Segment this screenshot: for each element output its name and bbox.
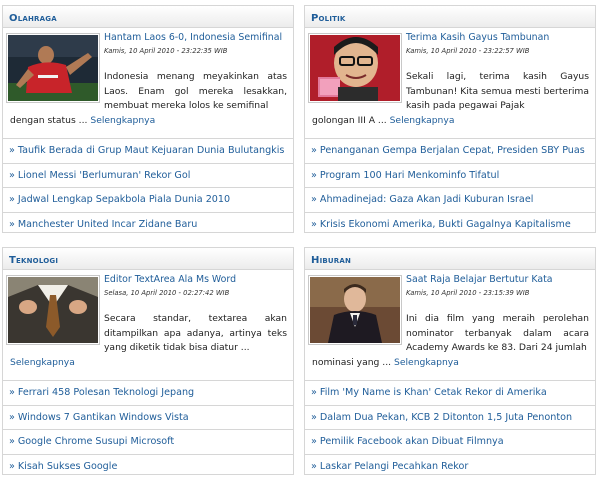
headline-text: Google Chrome Susupi Microsoft: [17, 436, 175, 447]
article-excerpt: Indonesia menang meyakinkan atas Laos. E…: [104, 71, 287, 112]
chevron-right-icon: »: [311, 194, 317, 205]
excerpt-tail-text: golongan III A ...: [312, 115, 387, 126]
chevron-right-icon: »: [9, 411, 15, 423]
article-title-link[interactable]: Editor TextArea Ala Ms Word: [104, 274, 236, 285]
read-more-link[interactable]: Selengkapnya: [90, 115, 155, 126]
chevron-right-icon: »: [9, 169, 15, 181]
headline-link[interactable]: » Penanganan Gempa Berjalan Cepat, Presid…: [305, 138, 595, 163]
featured-article: Editor TextArea Ala Ms Word Selasa, 10 A…: [3, 270, 293, 380]
article-thumbnail[interactable]: [308, 275, 402, 345]
headline-link[interactable]: » Ferrari 458 Polesan Teknologi Jepang: [3, 380, 293, 405]
section-olahraga: Olahraga Hantam Laos 6-0, Indonesia Semi…: [2, 5, 294, 233]
section-header: Teknologi: [3, 248, 293, 270]
article-excerpt-tail: nominasi yang ... Selengkapnya: [312, 356, 589, 371]
article-excerpt: Secara standar, textarea akan ditampilka…: [104, 313, 287, 354]
article-date: Selasa, 10 April 2010 - 02:27:42 WIB: [104, 289, 230, 297]
headline-link[interactable]: » Krisis Ekonomi Amerika, Bukti Gagalnya …: [305, 211, 595, 237]
section-title[interactable]: Hiburan: [311, 255, 351, 266]
article-excerpt: Sekali lagi, terima kasih Gayus Tambunan…: [406, 71, 589, 112]
chevron-right-icon: »: [9, 145, 15, 156]
article-date: Kamis, 10 April 2010 - 23:22:57 WIB: [406, 47, 530, 55]
chevron-right-icon: »: [9, 194, 15, 205]
football-player-photo-icon: [8, 35, 98, 101]
headline-text: Kisah Sukses Google: [17, 460, 118, 472]
headline-list: » Ferrari 458 Polesan Teknologi Jepang » W…: [3, 380, 293, 478]
headline-text: Dalam Dua Pekan, KCB 2 Ditonton 1,5 Juta…: [319, 411, 573, 423]
headline-link[interactable]: » Google Chrome Susupi Microsoft: [3, 429, 293, 454]
headline-text: Ahmadinejad: Gaza Akan Jadi Kuburan Isra…: [319, 194, 534, 205]
section-title[interactable]: Teknologi: [9, 255, 58, 266]
headline-link[interactable]: » Jadwal Lengkap Sepakbola Piala Dunia 20…: [3, 187, 293, 212]
headline-list: » Penanganan Gempa Berjalan Cepat, Presid…: [305, 138, 595, 236]
headline-link[interactable]: » Film 'My Name is Khan' Cetak Rekor di A…: [305, 380, 595, 405]
headline-link[interactable]: » Windows 7 Gantikan Windows Vista: [3, 404, 293, 430]
headline-list: » Taufik Berada di Grup Maut Kejuaran Dun…: [3, 138, 293, 236]
chevron-right-icon: »: [311, 436, 317, 447]
article-date: Kamis, 10 April 2010 - 23:15:39 WIB: [406, 289, 530, 297]
section-politik: Politik Terima Kasih Gayus Tambunan Kami…: [304, 5, 596, 233]
featured-article: Saat Raja Belajar Bertutur Kata Kamis, 1…: [305, 270, 595, 380]
chevron-right-icon: »: [9, 387, 15, 398]
headline-text: Taufik Berada di Grup Maut Kejuaran Duni…: [17, 145, 285, 156]
caricature-photo-icon: [310, 35, 400, 101]
chevron-right-icon: »: [311, 387, 317, 398]
article-excerpt-tail: Selengkapnya: [10, 356, 287, 371]
actor-photo-icon: [310, 277, 400, 343]
article-title-link[interactable]: Hantam Laos 6-0, Indonesia Semifinal: [104, 32, 282, 43]
chevron-right-icon: »: [9, 460, 15, 472]
headline-text: Manchester United Incar Zidane Baru: [17, 218, 198, 230]
headline-text: Ferrari 458 Polesan Teknologi Jepang: [17, 387, 195, 398]
headline-text: Lionel Messi 'Berlumuran' Rekor Gol: [17, 169, 191, 181]
section-header: Olahraga: [3, 6, 293, 28]
section-hiburan: Hiburan Saat Raja Belajar Bertutur Kata …: [304, 247, 596, 475]
chevron-right-icon: »: [9, 218, 15, 230]
headline-list: » Film 'My Name is Khan' Cetak Rekor di A…: [305, 380, 595, 478]
headline-link[interactable]: » Dalam Dua Pekan, KCB 2 Ditonton 1,5 Jut…: [305, 404, 595, 430]
headline-text: Penanganan Gempa Berjalan Cepat, Preside…: [319, 145, 585, 156]
featured-article: Hantam Laos 6-0, Indonesia Semifinal Kam…: [3, 28, 293, 138]
chevron-right-icon: »: [9, 436, 15, 447]
headline-link[interactable]: » Laskar Pelangi Pecahkan Rekor: [305, 453, 595, 479]
headline-link[interactable]: » Ahmadinejad: Gaza Akan Jadi Kuburan Isr…: [305, 187, 595, 212]
businessman-tie-photo-icon: [8, 277, 98, 343]
chevron-right-icon: »: [311, 218, 317, 230]
headline-link[interactable]: » Pemilik Facebook akan Dibuat Filmnya: [305, 429, 595, 454]
article-title-link[interactable]: Terima Kasih Gayus Tambunan: [406, 32, 549, 43]
headline-text: Jadwal Lengkap Sepakbola Piala Dunia 201…: [17, 194, 231, 205]
section-title[interactable]: Politik: [311, 13, 346, 24]
article-excerpt: Ini dia film yang meraih perolehan nomin…: [406, 313, 589, 354]
headline-link[interactable]: » Manchester United Incar Zidane Baru: [3, 211, 293, 237]
chevron-right-icon: »: [311, 411, 317, 423]
headline-text: Windows 7 Gantikan Windows Vista: [17, 411, 189, 423]
article-thumbnail[interactable]: [6, 33, 100, 103]
read-more-link[interactable]: Selengkapnya: [390, 115, 455, 126]
headline-text: Krisis Ekonomi Amerika, Bukti Gagalnya K…: [319, 218, 571, 230]
article-excerpt-tail: golongan III A ... Selengkapnya: [312, 114, 589, 129]
article-date: Kamis, 10 April 2010 - 23:22:35 WIB: [104, 47, 228, 55]
section-header: Hiburan: [305, 248, 595, 270]
headline-text: Laskar Pelangi Pecahkan Rekor: [319, 460, 469, 472]
chevron-right-icon: »: [311, 460, 317, 472]
chevron-right-icon: »: [311, 145, 317, 156]
chevron-right-icon: »: [311, 169, 317, 181]
headline-link[interactable]: » Kisah Sukses Google: [3, 453, 293, 479]
read-more-link[interactable]: Selengkapnya: [394, 357, 459, 368]
article-title-link[interactable]: Saat Raja Belajar Bertutur Kata: [406, 274, 552, 285]
headline-link[interactable]: » Lionel Messi 'Berlumuran' Rekor Gol: [3, 162, 293, 188]
article-thumbnail[interactable]: [308, 33, 402, 103]
section-header: Politik: [305, 6, 595, 28]
article-excerpt-tail: dengan status ... Selengkapnya: [10, 114, 287, 129]
headline-text: Program 100 Hari Menkominfo Tifatul: [319, 169, 500, 181]
headline-text: Film 'My Name is Khan' Cetak Rekor di Am…: [319, 387, 547, 398]
headline-text: Pemilik Facebook akan Dibuat Filmnya: [319, 436, 504, 447]
featured-article: Terima Kasih Gayus Tambunan Kamis, 10 Ap…: [305, 28, 595, 138]
article-thumbnail[interactable]: [6, 275, 100, 345]
section-title[interactable]: Olahraga: [9, 13, 57, 24]
headline-link[interactable]: » Program 100 Hari Menkominfo Tifatul: [305, 162, 595, 188]
excerpt-tail-text: dengan status ...: [10, 115, 88, 126]
read-more-link[interactable]: Selengkapnya: [10, 357, 75, 368]
excerpt-tail-text: nominasi yang ...: [312, 357, 392, 368]
section-teknologi: Teknologi Editor TextArea Ala Ms Word Se…: [2, 247, 294, 475]
headline-link[interactable]: » Taufik Berada di Grup Maut Kejuaran Dun…: [3, 138, 293, 163]
